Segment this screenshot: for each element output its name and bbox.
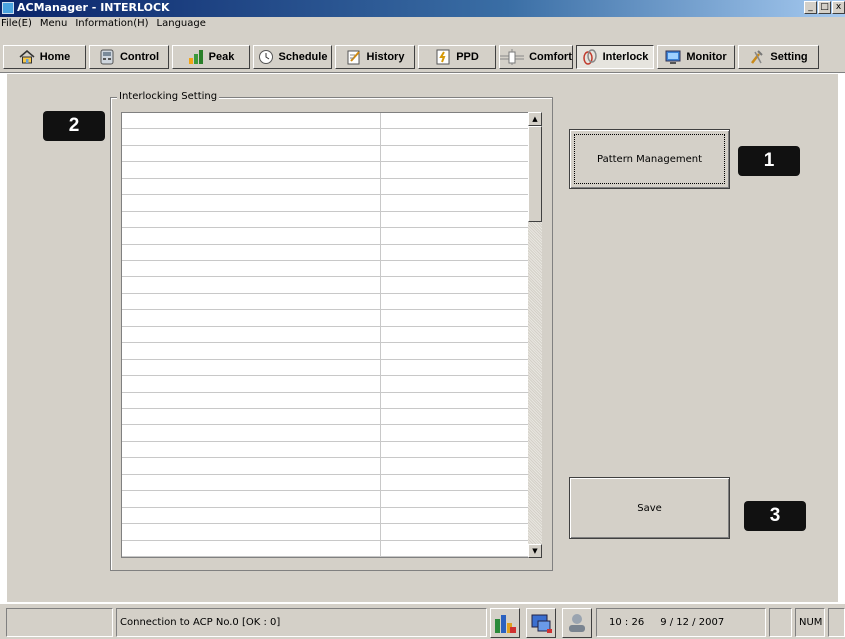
close-button[interactable]: x	[832, 1, 845, 14]
interlocking-setting-label: Interlocking Setting	[117, 91, 220, 102]
status-network-icon[interactable]	[526, 608, 556, 638]
tab-monitor[interactable]: Monitor	[657, 45, 735, 69]
table-row[interactable]	[122, 261, 529, 278]
tab-control-label: Control	[119, 51, 160, 63]
table-row[interactable]	[122, 146, 529, 163]
app-icon	[2, 2, 14, 14]
minimize-button[interactable]: _	[804, 1, 817, 14]
table-row[interactable]	[122, 228, 529, 245]
tab-interlock-label: Interlock	[602, 51, 649, 63]
table-row[interactable]	[122, 376, 529, 393]
table-row[interactable]	[122, 113, 529, 130]
table-row[interactable]	[122, 360, 529, 377]
callout-2: 2	[43, 111, 105, 141]
menu-language[interactable]: Language	[157, 17, 213, 31]
control-icon	[99, 49, 115, 65]
tab-interlock[interactable]: Interlock	[576, 45, 654, 69]
table-row[interactable]	[122, 524, 529, 541]
tab-schedule-label: Schedule	[278, 51, 328, 63]
table-row[interactable]	[122, 409, 529, 426]
setting-icon	[749, 49, 765, 65]
scroll-thumb[interactable]	[528, 126, 542, 222]
scroll-up-button[interactable]: ▲	[528, 112, 542, 126]
status-panel-empty	[6, 608, 113, 637]
table-row[interactable]	[122, 508, 529, 525]
table-row[interactable]	[122, 245, 529, 261]
ppd-icon	[435, 49, 451, 65]
table-row[interactable]	[122, 442, 529, 459]
table-row[interactable]	[122, 129, 529, 146]
menu-information[interactable]: Information(H)	[75, 17, 155, 31]
tab-comfort[interactable]: Comfort	[499, 45, 573, 69]
tab-monitor-label: Monitor	[686, 51, 727, 63]
interlock-table[interactable]	[121, 112, 541, 558]
table-row[interactable]	[122, 179, 529, 196]
table-row[interactable]	[122, 475, 529, 492]
tab-setting[interactable]: Setting	[738, 45, 819, 69]
table-row[interactable]	[122, 491, 529, 508]
table-row[interactable]	[122, 277, 529, 294]
status-bar: Connection to ACP No.0 [OK : 0] 10 : 26 …	[0, 603, 845, 639]
table-vertical-scrollbar[interactable]: ▲ ▼	[528, 112, 542, 558]
tab-history[interactable]: History	[335, 45, 415, 69]
table-row[interactable]	[122, 541, 529, 557]
status-connection: Connection to ACP No.0 [OK : 0]	[116, 608, 487, 637]
tab-peak-label: Peak	[208, 51, 235, 63]
save-label: Save	[637, 502, 662, 514]
tab-home[interactable]: Home	[3, 45, 86, 69]
status-time: 10 : 26	[609, 617, 645, 628]
tab-comfort-label: Comfort	[529, 51, 572, 63]
table-row[interactable]	[122, 393, 529, 409]
save-button[interactable]: Save	[569, 477, 730, 539]
table-row[interactable]	[122, 310, 529, 327]
table-row[interactable]	[122, 425, 529, 442]
tab-history-label: History	[366, 51, 405, 63]
history-icon	[346, 49, 362, 65]
maximize-button[interactable]: □	[818, 1, 831, 14]
title-bar: ACManager - INTERLOCK _ □ x	[0, 0, 845, 17]
tab-peak[interactable]: Peak	[172, 45, 250, 69]
table-row[interactable]	[122, 195, 529, 212]
pattern-management-button[interactable]: Pattern Management	[569, 129, 730, 189]
tab-setting-label: Setting	[770, 51, 808, 63]
menu-menu[interactable]: Menu	[40, 17, 74, 31]
tab-ppd-label: PPD	[456, 51, 479, 63]
scroll-down-button[interactable]: ▼	[528, 544, 542, 558]
callout-1: 1	[738, 146, 800, 176]
tab-schedule[interactable]: Schedule	[253, 45, 332, 69]
status-user-icon[interactable]	[562, 608, 592, 638]
tab-home-label: Home	[39, 51, 71, 63]
callout-3: 3	[744, 501, 806, 531]
menu-bar: File(E) Menu Information(H) Language	[0, 17, 845, 31]
menu-file[interactable]: File(E)	[1, 17, 39, 31]
status-date: 9 / 12 / 2007	[660, 617, 725, 628]
interlock-icon	[582, 49, 598, 65]
table-row[interactable]	[122, 162, 529, 179]
table-row[interactable]	[122, 343, 529, 360]
peak-icon	[188, 49, 204, 65]
status-panel-blank	[769, 608, 792, 637]
monitor-icon	[665, 49, 681, 65]
tab-ppd[interactable]: PPD	[418, 45, 496, 69]
main-toolbar: Home Control Peak Schedule History PPD C…	[0, 31, 845, 73]
status-datetime: 10 : 26 9 / 12 / 2007	[596, 608, 766, 637]
tab-control[interactable]: Control	[89, 45, 169, 69]
table-row[interactable]	[122, 327, 529, 344]
table-row[interactable]	[122, 458, 529, 475]
comfort-icon	[500, 49, 525, 65]
status-graph-icon[interactable]	[490, 608, 520, 638]
table-row[interactable]	[122, 294, 529, 311]
status-num: NUM	[795, 608, 825, 637]
window-title: ACManager - INTERLOCK	[17, 1, 170, 14]
table-row[interactable]	[122, 212, 529, 229]
status-grip[interactable]	[828, 608, 845, 637]
home-icon	[19, 49, 35, 65]
schedule-icon	[258, 49, 274, 65]
